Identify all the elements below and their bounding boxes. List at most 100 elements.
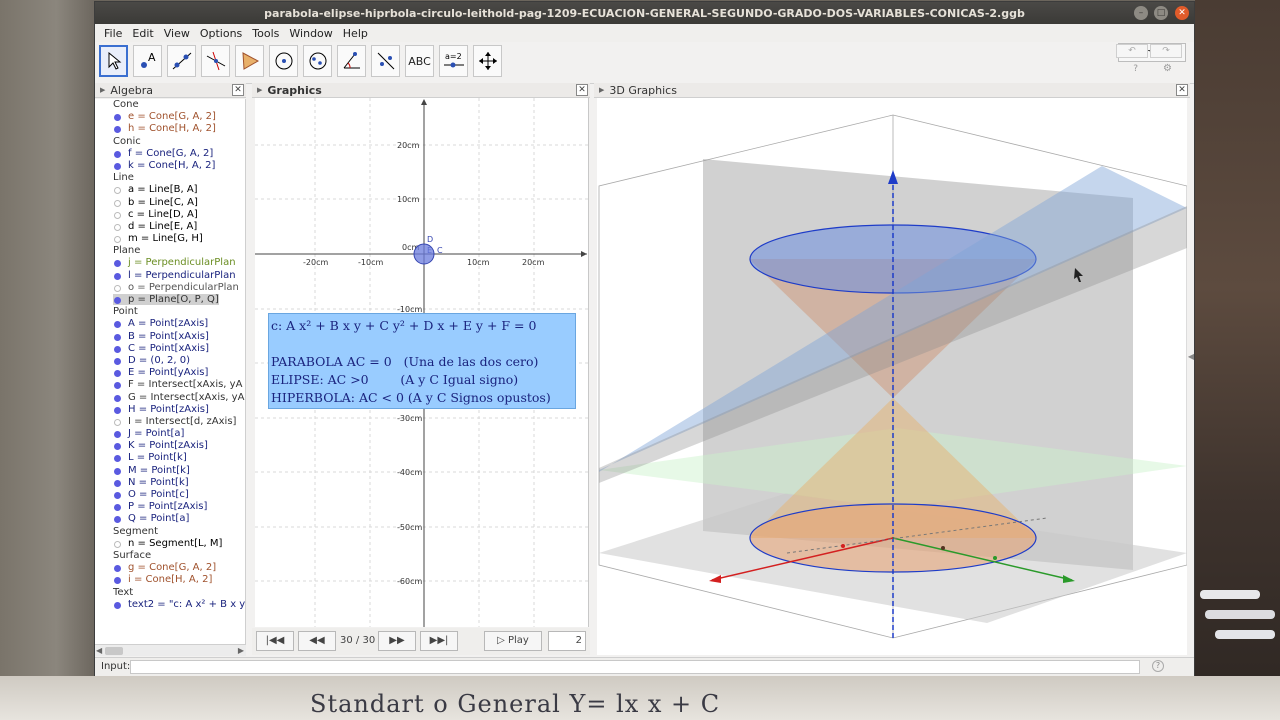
visibility-toggle-icon[interactable]	[114, 236, 121, 244]
algebra-category[interactable]: Surface	[95, 550, 245, 562]
algebra-item[interactable]: O = Point[c]	[95, 489, 245, 501]
slider-tool-button[interactable]: a=2	[439, 45, 468, 77]
algebra-item[interactable]: e = Cone[G, A, 2]	[95, 111, 245, 123]
visibility-toggle-icon[interactable]	[114, 150, 121, 158]
algebra-item[interactable]: n = Segment[L, M]	[95, 538, 245, 550]
undo-button[interactable]: ↶	[1116, 44, 1148, 58]
line-tool-button[interactable]	[167, 45, 196, 77]
menu-window[interactable]: Window	[284, 27, 337, 40]
graphics-3d-view[interactable]	[597, 98, 1187, 655]
algebra-item[interactable]: A = Point[zAxis]	[95, 318, 245, 330]
collapse-triangle-icon[interactable]: ▶	[257, 86, 262, 94]
algebra-item[interactable]: H = Point[zAxis]	[95, 404, 245, 416]
algebra-category[interactable]: Point	[95, 306, 245, 318]
algebra-category[interactable]: Conic	[95, 136, 245, 148]
visibility-toggle-icon[interactable]	[114, 284, 121, 292]
help-icon[interactable]: ?	[1133, 64, 1138, 74]
algebra-item[interactable]: B = Point[xAxis]	[95, 331, 245, 343]
algebra-category[interactable]: Segment	[95, 526, 245, 538]
move-view-tool-button[interactable]	[473, 45, 502, 77]
previous-frame-button[interactable]: ◀◀	[298, 631, 336, 651]
algebra-item[interactable]: N = Point[k]	[95, 477, 245, 489]
menu-help[interactable]: Help	[338, 27, 373, 40]
speed-input[interactable]: 2	[548, 631, 586, 651]
visibility-toggle-icon[interactable]	[114, 492, 121, 499]
redo-button[interactable]: ↷	[1150, 44, 1182, 58]
maximize-icon[interactable]: □	[1154, 6, 1168, 20]
formula-text-box[interactable]: c: A x² + B x y + C y² + D x + E y + F =…	[268, 313, 576, 409]
algebra-item[interactable]: j = PerpendicularPlan	[95, 257, 245, 269]
menu-file[interactable]: File	[99, 27, 127, 40]
graphics3d-close-icon[interactable]: ✕	[1176, 84, 1188, 96]
algebra-item[interactable]: l = PerpendicularPlan	[95, 270, 245, 282]
algebra-item[interactable]: L = Point[k]	[95, 452, 245, 464]
visibility-toggle-icon[interactable]	[114, 345, 121, 353]
polygon-tool-button[interactable]	[235, 45, 264, 77]
collapse-triangle-icon[interactable]: ▶	[100, 86, 105, 94]
algebra-item[interactable]: c = Line[D, A]	[95, 209, 245, 221]
split-pane-handle[interactable]: ◀	[1188, 352, 1194, 361]
algebra-category[interactable]: Plane	[95, 245, 245, 257]
visibility-toggle-icon[interactable]	[114, 211, 121, 219]
algebra-close-icon[interactable]: ✕	[232, 84, 244, 96]
algebra-item[interactable]: d = Line[E, A]	[95, 221, 245, 233]
angle-tool-button[interactable]	[337, 45, 366, 77]
visibility-toggle-icon[interactable]	[114, 199, 121, 207]
algebra-item[interactable]: I = Intersect[d, zAxis]	[95, 416, 245, 428]
circle-tool-button[interactable]	[269, 45, 298, 77]
algebra-item[interactable]: h = Cone[H, A, 2]	[95, 123, 245, 135]
next-frame-button[interactable]: ▶▶	[378, 631, 416, 651]
algebra-category[interactable]: Line	[95, 172, 245, 184]
point-tool-button[interactable]: A	[133, 45, 162, 77]
visibility-toggle-icon[interactable]	[114, 297, 121, 304]
visibility-toggle-icon[interactable]	[114, 418, 121, 426]
menu-view[interactable]: View	[159, 27, 195, 40]
algebra-item[interactable]: m = Line[G, H]	[95, 233, 245, 245]
algebra-item[interactable]: E = Point[yAxis]	[95, 367, 245, 379]
reflect-tool-button[interactable]	[371, 45, 400, 77]
visibility-toggle-icon[interactable]	[114, 333, 121, 341]
algebra-item[interactable]: Q = Point[a]	[95, 513, 245, 525]
visibility-toggle-icon[interactable]	[114, 479, 121, 487]
algebra-item[interactable]: a = Line[B, A]	[95, 184, 245, 196]
input-help-icon[interactable]: ?	[1152, 660, 1164, 672]
algebra-item[interactable]: G = Intersect[xAxis, yA	[95, 392, 245, 404]
play-button[interactable]: ▷ Play	[484, 631, 542, 651]
gear-icon[interactable]: ⚙	[1163, 63, 1172, 74]
collapse-triangle-icon[interactable]: ▶	[599, 86, 604, 94]
algebra-item[interactable]: P = Point[zAxis]	[95, 501, 245, 513]
perpendicular-tool-button[interactable]	[201, 45, 230, 77]
graphics-close-icon[interactable]: ✕	[576, 84, 588, 96]
algebra-item[interactable]: D = (0, 2, 0)	[95, 355, 245, 367]
algebra-item[interactable]: o = PerpendicularPlan	[95, 282, 245, 294]
visibility-toggle-icon[interactable]	[114, 223, 121, 231]
visibility-toggle-icon[interactable]	[114, 540, 121, 548]
algebra-category[interactable]: Cone	[95, 99, 245, 111]
algebra-item[interactable]: f = Cone[G, A, 2]	[95, 148, 245, 160]
visibility-toggle-icon[interactable]	[114, 467, 121, 475]
algebra-category[interactable]: Text	[95, 587, 245, 599]
algebra-item[interactable]: p = Plane[O, P, Q]	[95, 294, 245, 306]
algebra-item[interactable]: M = Point[k]	[95, 465, 245, 477]
visibility-toggle-icon[interactable]	[114, 406, 121, 414]
visibility-toggle-icon[interactable]	[114, 357, 121, 365]
algebra-item[interactable]: i = Cone[H, A, 2]	[95, 574, 245, 586]
visibility-toggle-icon[interactable]	[114, 394, 121, 402]
visibility-toggle-icon[interactable]	[114, 431, 121, 439]
visibility-toggle-icon[interactable]	[114, 601, 121, 609]
algebra-item[interactable]: k = Cone[H, A, 2]	[95, 160, 245, 172]
visibility-toggle-icon[interactable]	[114, 162, 121, 170]
menu-options[interactable]: Options	[195, 27, 247, 40]
visibility-toggle-icon[interactable]	[114, 272, 121, 280]
ellipse-tool-button[interactable]	[303, 45, 332, 77]
minimize-icon[interactable]: –	[1134, 6, 1148, 20]
text-tool-button[interactable]: ABC	[405, 45, 434, 77]
algebra-scrollbar[interactable]: ◀ ▶	[95, 644, 246, 656]
graphics-3d-canvas[interactable]	[597, 98, 1187, 655]
algebra-item[interactable]: J = Point[a]	[95, 428, 245, 440]
algebra-item[interactable]: g = Cone[G, A, 2]	[95, 562, 245, 574]
algebra-item[interactable]: K = Point[zAxis]	[95, 440, 245, 452]
close-icon[interactable]: ✕	[1175, 6, 1189, 20]
first-frame-button[interactable]: |◀◀	[256, 631, 294, 651]
menu-edit[interactable]: Edit	[127, 27, 158, 40]
